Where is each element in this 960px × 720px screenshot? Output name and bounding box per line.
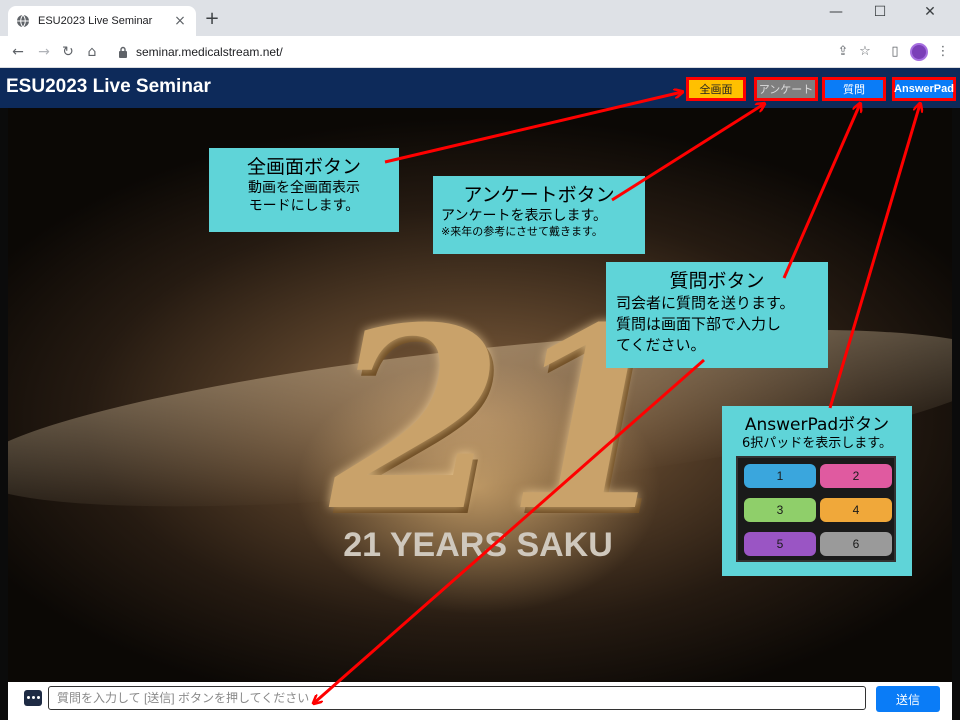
back-icon[interactable]: ← [8, 42, 28, 62]
profile-avatar[interactable] [910, 43, 928, 61]
new-tab-button[interactable]: + [202, 9, 222, 29]
callout-question-title: 質問ボタン [669, 270, 765, 292]
close-window-button[interactable]: ✕ [916, 4, 944, 20]
pad-button-2[interactable]: 2 [820, 464, 892, 488]
home-icon[interactable]: ⌂ [82, 42, 102, 62]
callout-survey: アンケートボタン アンケートを表示します。 ※来年の参考にさせて戴きます。 [433, 176, 645, 254]
address-bar[interactable]: seminar.medicalstream.net/ [108, 40, 848, 64]
callout-question-line2: 質問は画面下部で入力し [616, 315, 782, 333]
answerpad-preview: 1 2 3 4 5 6 [736, 456, 896, 562]
callout-question: 質問ボタン 司会者に質問を送ります。 質問は画面下部で入力し てください。 [606, 262, 828, 368]
maximize-button[interactable]: ☐ [866, 4, 894, 20]
side-panel-icon[interactable]: ▯ [886, 43, 904, 61]
survey-button[interactable]: アンケート [754, 77, 818, 101]
tab-title: ESU2023 Live Seminar [38, 15, 153, 27]
callout-fullscreen-line1: 動画を全画面表示 [248, 180, 360, 196]
answerpad-button[interactable]: AnswerPad [892, 77, 956, 101]
callout-answerpad-title: AnswerPadボタン [744, 415, 890, 435]
callout-survey-note: ※来年の参考にさせて戴きます。 [441, 225, 603, 238]
browser-tab-bar: ESU2023 Live Seminar × + — ☐ ✕ [0, 0, 960, 36]
video-numeral: 21 [330, 272, 678, 566]
callout-fullscreen-line2: モードにします。 [248, 198, 360, 214]
question-button[interactable]: 質問 [822, 77, 886, 101]
callout-fullscreen-title: 全画面ボタン [246, 156, 361, 178]
send-button[interactable]: 送信 [876, 686, 940, 712]
minimize-button[interactable]: — [822, 4, 850, 20]
callout-answerpad-line1: 6択パッドを表示します。 [742, 436, 892, 451]
menu-kebab-icon[interactable]: ⋮ [934, 43, 952, 61]
question-input[interactable] [48, 686, 866, 710]
pad-button-1[interactable]: 1 [744, 464, 816, 488]
browser-tab[interactable]: ESU2023 Live Seminar × [8, 6, 196, 36]
share-icon[interactable]: ⇪ [834, 43, 852, 61]
callout-question-line1: 司会者に質問を送ります。 [616, 294, 795, 312]
pad-button-6[interactable]: 6 [820, 532, 892, 556]
chat-bubble-icon [24, 690, 42, 706]
pad-button-4[interactable]: 4 [820, 498, 892, 522]
callout-survey-line1: アンケートを表示します。 [441, 208, 608, 224]
callout-question-line3: てください。 [616, 336, 706, 354]
url-text: seminar.medicalstream.net/ [136, 45, 283, 59]
forward-icon[interactable]: → [34, 42, 54, 62]
callout-survey-title: アンケートボタン [463, 184, 615, 206]
site-header: ESU2023 Live Seminar 全画面 アンケート 質問 Answer… [0, 68, 960, 108]
browser-toolbar: ← → ↻ ⌂ seminar.medicalstream.net/ ⇪ ☆ ▯… [0, 36, 960, 68]
site-title: ESU2023 Live Seminar [6, 76, 211, 97]
globe-icon [17, 14, 29, 28]
tab-close-icon[interactable]: × [172, 13, 188, 29]
video-caption: 21 YEARS SAKU [343, 526, 613, 564]
pad-button-5[interactable]: 5 [744, 532, 816, 556]
pad-button-3[interactable]: 3 [744, 498, 816, 522]
question-input-bar: 送信 [8, 682, 952, 720]
lock-icon [119, 46, 127, 58]
reload-icon[interactable]: ↻ [58, 42, 78, 62]
fullscreen-button[interactable]: 全画面 [686, 77, 746, 101]
callout-fullscreen: 全画面ボタン 動画を全画面表示 モードにします。 [209, 148, 399, 232]
bookmark-star-icon[interactable]: ☆ [856, 43, 874, 61]
